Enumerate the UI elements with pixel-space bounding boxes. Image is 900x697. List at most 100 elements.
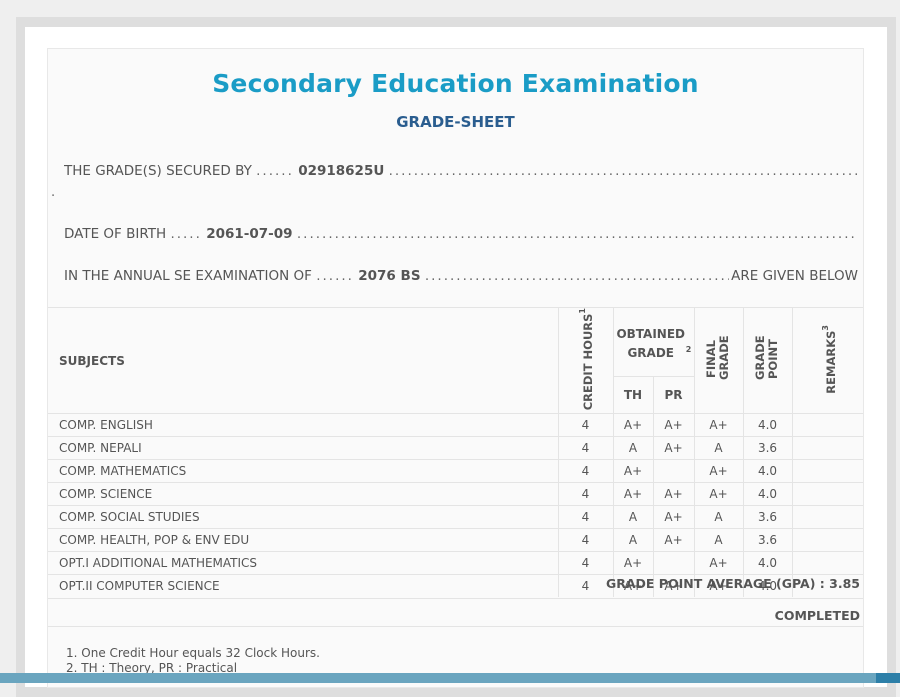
obtained-grade-label: OBTAINED GRADE: [616, 326, 685, 360]
grade-point-cell: 4.0: [742, 551, 793, 575]
table-row: COMP. NEPALI 4 A A+ A 3.6: [48, 436, 863, 460]
table-row: COMP. ENGLISH 4 A+ A+ A+ 4.0: [48, 413, 863, 437]
symbol-number: 02918625U: [298, 163, 385, 179]
subject-cell: OPT.I ADDITIONAL MATHEMATICS: [48, 551, 558, 575]
final-grade-cell: A+: [693, 482, 744, 506]
grade-point-cell: 3.6: [742, 436, 793, 460]
table-row: COMP. HEALTH, POP & ENV EDU 4 A A+ A 3.6: [48, 528, 863, 552]
final-grade-cell: A+: [693, 551, 744, 575]
subject-cell: COMP. ENGLISH: [48, 413, 558, 437]
credit-hours-label: CREDIT HOURS: [580, 313, 595, 411]
credit-cell: 4: [557, 436, 613, 460]
secured-by-line: THE GRADE(S) SECURED BY ...... 02918625U…: [64, 163, 858, 179]
grade-point-cell: 4.0: [742, 482, 793, 506]
th-grade-cell: A+: [612, 551, 653, 575]
remarks-cell: [791, 482, 863, 506]
credit-cell: 4: [557, 482, 613, 506]
dot-tail: .: [51, 185, 56, 200]
dob-line: DATE OF BIRTH ..... 2061-07-09 .........…: [64, 226, 858, 242]
subject-cell: COMP. SCIENCE: [48, 482, 558, 506]
remarks-cell: [791, 505, 863, 529]
pr-grade-cell: A+: [652, 482, 695, 506]
remarks-cell: [791, 413, 863, 437]
footnotes: 1. One Credit Hour equals 32 Clock Hours…: [66, 646, 320, 676]
pr-grade-cell: A+: [652, 528, 695, 552]
status-completed: COMPLETED: [774, 608, 860, 623]
pr-grade-cell: [652, 551, 695, 575]
remarks-cell: [791, 459, 863, 483]
pr-grade-cell: A+: [652, 413, 695, 437]
grade-point-cell: 4.0: [742, 459, 793, 483]
subject-cell: COMP. MATHEMATICS: [48, 459, 558, 483]
divider: [48, 598, 863, 599]
divider: [48, 626, 863, 627]
secured-by-label: THE GRADE(S) SECURED BY: [64, 163, 252, 179]
obtained-grade-sup: 2: [685, 344, 692, 354]
grades-table: SUBJECTS CREDIT HOURS1 OBTAINED GRADE 2 F…: [48, 306, 863, 598]
credit-hours-header: CREDIT HOURS1: [557, 306, 613, 414]
page-title: Secondary Education Examination: [212, 69, 699, 98]
grade-point-header: GRADE POINT: [742, 306, 793, 414]
subject-cell: COMP. HEALTH, POP & ENV EDU: [48, 528, 558, 552]
remarks-label: REMARKS: [824, 330, 839, 394]
obtained-grade-header: OBTAINED GRADE 2: [612, 306, 695, 377]
credit-cell: 4: [557, 574, 613, 598]
subjects-header: SUBJECTS: [48, 306, 558, 414]
remarks-sup: 3: [821, 324, 831, 331]
grade-sheet: Secondary Education Examination GRADE-SH…: [47, 48, 864, 688]
grade-point-cell: 3.6: [742, 505, 793, 529]
pr-grade-cell: A+: [652, 505, 695, 529]
exam-line: IN THE ANNUAL SE EXAMINATION OF ...... 2…: [64, 268, 858, 284]
dob-value: 2061-07-09: [206, 226, 293, 242]
pr-header: PR: [652, 376, 695, 414]
subject-cell: COMP. NEPALI: [48, 436, 558, 460]
final-grade-cell: A: [693, 528, 744, 552]
final-grade-cell: A+: [693, 413, 744, 437]
credit-cell: 4: [557, 413, 613, 437]
bottom-bar-corner: [876, 673, 900, 683]
final-grade-cell: A: [693, 436, 744, 460]
pr-grade-cell: [652, 459, 695, 483]
exam-year: 2076 BS: [358, 268, 421, 284]
th-header: TH: [612, 376, 653, 414]
footnote-1: 1. One Credit Hour equals 32 Clock Hours…: [66, 646, 320, 660]
table-row: OPT.I ADDITIONAL MATHEMATICS 4 A+ A+ 4.0: [48, 551, 863, 575]
pr-grade-cell: A+: [652, 436, 695, 460]
gpa-summary: GRADE POINT AVERAGE (GPA) : 3.85: [606, 576, 860, 591]
given-below-label: ARE GIVEN BELOW: [729, 268, 858, 284]
grade-point-label: GRADE POINT: [752, 335, 780, 381]
grade-point-cell: 4.0: [742, 413, 793, 437]
remarks-cell: [791, 436, 863, 460]
credit-cell: 4: [557, 505, 613, 529]
bottom-bar: [0, 673, 876, 683]
th-grade-cell: A: [612, 436, 653, 460]
credit-cell: 4: [557, 459, 613, 483]
grade-sheet-heading: GRADE-SHEET: [396, 113, 515, 131]
th-grade-cell: A+: [612, 482, 653, 506]
final-grade-cell: A: [693, 505, 744, 529]
gpa-value: 3.85: [829, 576, 860, 591]
credit-hours-sup: 1: [578, 308, 588, 314]
table-row: COMP. MATHEMATICS 4 A+ A+ 4.0: [48, 459, 863, 483]
remarks-cell: [791, 528, 863, 552]
final-grade-header: FINAL GRADE: [693, 306, 744, 414]
subject-cell: COMP. SOCIAL STUDIES: [48, 505, 558, 529]
th-grade-cell: A+: [612, 413, 653, 437]
remarks-cell: [791, 551, 863, 575]
table-row: COMP. SOCIAL STUDIES 4 A A+ A 3.6: [48, 505, 863, 529]
final-grade-label: FINAL GRADE: [703, 335, 731, 381]
dob-label: DATE OF BIRTH: [64, 226, 167, 242]
grade-rows: COMP. ENGLISH 4 A+ A+ A+ 4.0 COMP. NEPALI 4 A A+ A…: [48, 413, 863, 598]
final-grade-cell: A+: [693, 459, 744, 483]
gpa-label: GRADE POINT AVERAGE (GPA) :: [605, 576, 825, 591]
th-grade-cell: A: [612, 505, 653, 529]
subject-cell: OPT.II COMPUTER SCIENCE: [48, 574, 558, 598]
th-grade-cell: A: [612, 528, 653, 552]
credit-cell: 4: [557, 528, 613, 552]
th-grade-cell: A+: [612, 459, 653, 483]
credit-cell: 4: [557, 551, 613, 575]
grade-point-cell: 3.6: [742, 528, 793, 552]
exam-label: IN THE ANNUAL SE EXAMINATION OF: [64, 268, 312, 284]
table-row: COMP. SCIENCE 4 A+ A+ A+ 4.0: [48, 482, 863, 506]
remarks-header: REMARKS3: [791, 306, 863, 414]
